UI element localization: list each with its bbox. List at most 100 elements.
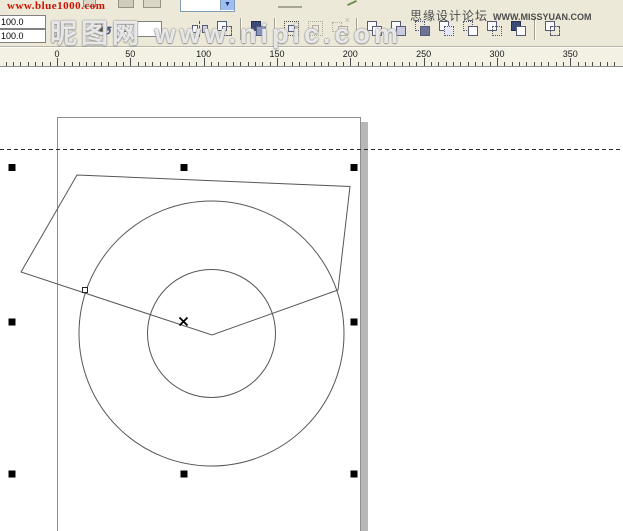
zoom-level-combobox[interactable]: ▼ xyxy=(180,0,235,12)
ruler-tick xyxy=(453,62,454,66)
ruler-tick xyxy=(211,62,212,66)
ruler-tick xyxy=(585,62,586,66)
propbar-buttons xyxy=(188,17,564,41)
drawing-canvas[interactable] xyxy=(0,67,623,531)
ruler-tick xyxy=(270,62,271,66)
ruler-tick xyxy=(614,62,615,66)
watermark-blue1000: www.blue1000.com xyxy=(7,0,105,12)
ruler-tick xyxy=(123,62,124,66)
ruler-tick xyxy=(409,62,410,66)
ruler-tick xyxy=(446,62,447,66)
ruler-tick xyxy=(152,62,153,66)
ruler-tick xyxy=(79,62,80,66)
ruler-tick xyxy=(358,62,359,66)
ruler-tick xyxy=(475,62,476,66)
ruler-tick xyxy=(108,62,109,66)
selection-handle[interactable] xyxy=(9,319,16,326)
ruler-tick xyxy=(570,58,571,66)
ruler-tick xyxy=(504,62,505,66)
ruler-tick xyxy=(94,62,95,66)
ruler-tick xyxy=(204,58,205,66)
copy-size-button[interactable] xyxy=(213,17,235,41)
polygon-shape[interactable] xyxy=(21,175,350,335)
ruler-label: 0 xyxy=(54,49,59,59)
ruler-tick xyxy=(563,62,564,66)
simplify-button[interactable] xyxy=(435,17,457,41)
ungroup-all-button xyxy=(329,17,351,41)
create-boundary-button[interactable] xyxy=(507,17,529,41)
ruler-tick xyxy=(431,62,432,66)
selection-center-mark[interactable] xyxy=(180,318,188,326)
ruler-tick xyxy=(600,62,601,66)
ruler-tick xyxy=(218,62,219,66)
ruler-tick xyxy=(468,62,469,66)
back-minus-front-button[interactable] xyxy=(483,17,505,41)
ruler-tick xyxy=(86,62,87,66)
canvas-svg[interactable] xyxy=(0,67,623,531)
ruler-tick xyxy=(556,62,557,66)
ruler-label: 50 xyxy=(125,49,135,59)
ruler-tick xyxy=(578,62,579,66)
ruler-tick xyxy=(64,62,65,66)
toolbar-separator xyxy=(534,18,536,40)
ruler-tick xyxy=(189,62,190,66)
ruler-label: 300 xyxy=(489,49,504,59)
ruler-tick xyxy=(101,62,102,66)
selection-handle[interactable] xyxy=(181,471,188,478)
scale-x-field[interactable] xyxy=(0,15,46,29)
ruler-label: 150 xyxy=(269,49,284,59)
ruler-tick xyxy=(394,62,395,66)
ruler-tick xyxy=(328,62,329,66)
ruler-tick xyxy=(255,62,256,66)
rotation-icon: ↺ xyxy=(102,24,112,38)
ruler-tick xyxy=(321,62,322,66)
combine-behind-button[interactable] xyxy=(541,17,563,41)
ruler-tick xyxy=(138,62,139,66)
ruler-label: 200 xyxy=(343,49,358,59)
ruler-tick xyxy=(72,62,73,66)
ruler-tick xyxy=(240,62,241,66)
ruler-tick xyxy=(482,62,483,66)
selection-handle[interactable] xyxy=(351,164,358,171)
ruler-tick xyxy=(292,62,293,66)
group-button[interactable] xyxy=(281,17,303,41)
page-border xyxy=(58,118,361,531)
ruler-tick xyxy=(424,58,425,66)
combine-button[interactable] xyxy=(247,17,269,41)
selection-handle[interactable] xyxy=(351,471,358,478)
ruler-tick xyxy=(416,62,417,66)
trim-button[interactable] xyxy=(387,17,409,41)
ruler-tick xyxy=(182,62,183,66)
ruler-tick xyxy=(20,62,21,66)
rotation-angle-field[interactable] xyxy=(116,21,162,37)
ruler-tick xyxy=(174,62,175,66)
ruler-tick xyxy=(284,62,285,66)
selection-handle[interactable] xyxy=(351,319,358,326)
scale-percent-label: % xyxy=(51,31,61,43)
intersect-button[interactable] xyxy=(411,17,433,41)
ruler-tick xyxy=(380,62,381,66)
ruler-tick xyxy=(299,62,300,66)
ruler-tick xyxy=(160,62,161,66)
ruler-label: 350 xyxy=(563,49,578,59)
ruler-tick xyxy=(145,62,146,66)
mirror-buttons[interactable] xyxy=(189,17,211,41)
weld-button[interactable] xyxy=(363,17,385,41)
selection-handle[interactable] xyxy=(181,164,188,171)
ruler-tick xyxy=(343,62,344,66)
inner-circle[interactable] xyxy=(148,270,276,398)
ruler-tick xyxy=(336,62,337,66)
outer-circle[interactable] xyxy=(79,201,344,466)
ruler-tick xyxy=(541,62,542,66)
horizontal-ruler[interactable]: 050100150200250300350 xyxy=(0,47,623,67)
ruler-tick xyxy=(387,62,388,66)
front-minus-back-button[interactable] xyxy=(459,17,481,41)
ruler-label: 250 xyxy=(416,49,431,59)
selection-handle[interactable] xyxy=(9,471,16,478)
scale-y-field[interactable] xyxy=(0,29,46,43)
ruler-tick xyxy=(233,62,234,66)
curve-node-marker[interactable] xyxy=(83,288,88,293)
selection-handle[interactable] xyxy=(9,164,16,171)
ruler-tick xyxy=(28,62,29,66)
chevron-down-icon[interactable]: ▼ xyxy=(220,0,234,10)
